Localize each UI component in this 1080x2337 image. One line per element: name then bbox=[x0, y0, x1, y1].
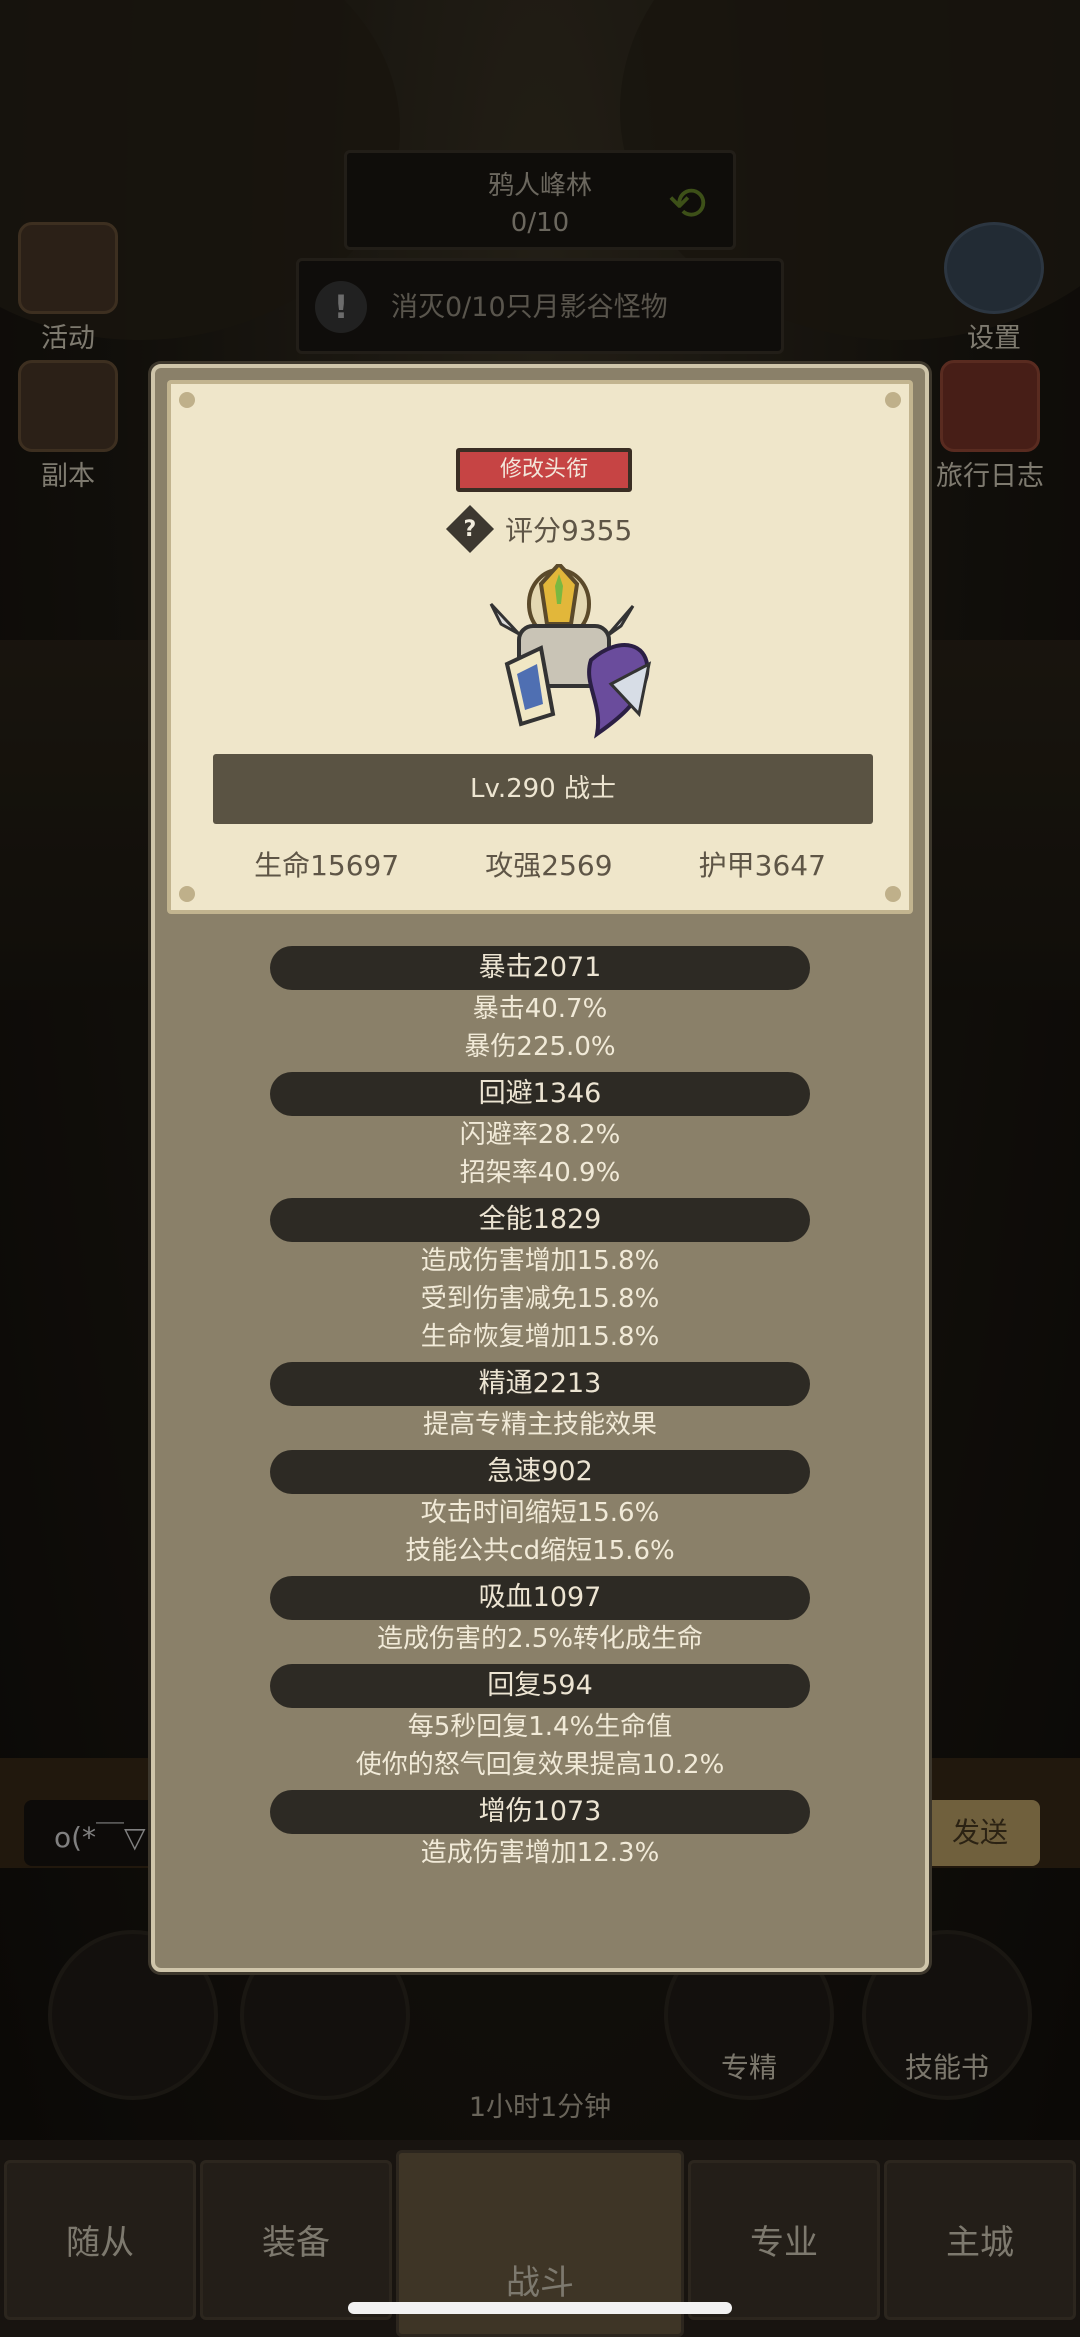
health-stat: 生命15697 bbox=[254, 849, 400, 882]
stat-group-regen: 回复594 每5秒回复1.4%生命值 使你的怒气回复效果提高10.2% bbox=[155, 1664, 925, 1784]
stat-group-haste: 急速902 攻击时间缩短15.6% 技能公共cd缩短15.6% bbox=[155, 1450, 925, 1570]
attack-power-stat: 攻强2569 bbox=[485, 849, 613, 882]
stat-line: 造成伤害增加15.8% bbox=[420, 1246, 660, 1276]
warrior-avatar bbox=[489, 564, 652, 739]
stat-group-damage-bonus: 增伤1073 造成伤害增加12.3% bbox=[155, 1790, 925, 1872]
stat-line: 暴击40.7% bbox=[472, 994, 608, 1024]
stat-header: 全能1829 bbox=[270, 1198, 810, 1242]
base-stats: 生命15697 攻强2569 护甲3647 bbox=[171, 844, 909, 884]
stat-header: 急速902 bbox=[270, 1450, 810, 1494]
stat-group-mastery: 精通2213 提高专精主技能效果 bbox=[155, 1362, 925, 1444]
stat-header: 回复594 bbox=[270, 1664, 810, 1708]
stat-line: 闪避率28.2% bbox=[459, 1120, 621, 1150]
edit-title-button[interactable]: 修改头衔 bbox=[456, 448, 632, 492]
stat-group-lifesteal: 吸血1097 造成伤害的2.5%转化成生命 bbox=[155, 1576, 925, 1658]
stat-header: 增伤1073 bbox=[270, 1790, 810, 1834]
stat-line: 使你的怒气回复效果提高10.2% bbox=[355, 1750, 725, 1780]
stat-header: 精通2213 bbox=[270, 1362, 810, 1406]
stat-line: 技能公共cd缩短15.6% bbox=[405, 1536, 675, 1566]
stat-line: 造成伤害的2.5%转化成生命 bbox=[376, 1624, 704, 1654]
stat-group-crit: 暴击2071 暴击40.7% 暴伤225.0% bbox=[155, 946, 925, 1066]
stat-header: 回避1346 bbox=[270, 1072, 810, 1116]
stat-header: 吸血1097 bbox=[270, 1576, 810, 1620]
stat-line: 每5秒回复1.4%生命值 bbox=[407, 1712, 673, 1742]
stat-line: 受到伤害减免15.8% bbox=[420, 1284, 660, 1314]
level-class-bar: Lv.290 战士 bbox=[213, 754, 873, 824]
stat-line: 暴伤225.0% bbox=[464, 1032, 616, 1062]
help-icon[interactable]: ? bbox=[445, 504, 495, 554]
armor-stat: 护甲3647 bbox=[698, 849, 826, 882]
score-row: ? 评分9355 bbox=[445, 504, 633, 554]
character-stats-panel: 修改头衔 ? 评分9355 Lv.290 战士 生命15697 攻强2569 护… bbox=[151, 364, 929, 1972]
score-value: 评分9355 bbox=[505, 514, 633, 547]
character-card: 修改头衔 ? 评分9355 Lv.290 战士 生命15697 攻强2569 护… bbox=[167, 380, 913, 914]
stat-group-avoidance: 回避1346 闪避率28.2% 招架率40.9% bbox=[155, 1072, 925, 1192]
stat-line: 攻击时间缩短15.6% bbox=[420, 1498, 660, 1528]
stat-line: 造成伤害增加12.3% bbox=[420, 1838, 660, 1868]
home-indicator[interactable] bbox=[348, 2302, 732, 2314]
stat-line: 招架率40.9% bbox=[459, 1158, 621, 1188]
stat-line: 生命恢复增加15.8% bbox=[420, 1322, 660, 1352]
stat-group-versatility: 全能1829 造成伤害增加15.8% 受到伤害减免15.8% 生命恢复增加15.… bbox=[155, 1198, 925, 1356]
stat-line: 提高专精主技能效果 bbox=[422, 1410, 657, 1440]
secondary-stats-list: 暴击2071 暴击40.7% 暴伤225.0% 回避1346 闪避率28.2% … bbox=[155, 946, 925, 1878]
stat-header: 暴击2071 bbox=[270, 946, 810, 990]
